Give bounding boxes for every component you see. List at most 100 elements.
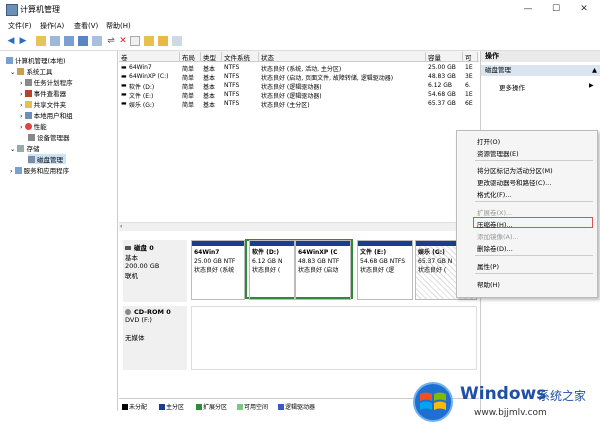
tree-system-tools[interactable]: ⌄ 系统工具 <box>10 66 52 76</box>
maximize-button[interactable]: ☐ <box>542 0 570 18</box>
partition-c[interactable]: 64WinXP (C 48.83 GB NTF 状态良好 (启动 <box>295 240 351 300</box>
tree-task-scheduler[interactable]: › 任务计划程序 <box>20 77 73 87</box>
view-icon[interactable] <box>92 36 102 46</box>
collapse-up-icon: ▲ <box>592 66 597 74</box>
close-button[interactable]: ✕ <box>570 0 598 18</box>
table-row[interactable]: ▬ 64Win7 简单 基本 NTFS 状态良好 (系统, 活动, 主分区) 2… <box>119 63 479 73</box>
collapse-arrow-icon: › <box>20 101 23 109</box>
table-row[interactable]: ▬ 娱乐 (G:) 简单 基本 NTFS 状态良好 (主分区) 65.37 GB… <box>119 99 479 109</box>
table-row[interactable]: ▬ 文件 (E:) 简单 基本 NTFS 状态良好 (逻辑驱动器) 54.68 … <box>119 90 479 100</box>
cell-layout: 简单 <box>182 102 195 109</box>
table-row[interactable]: ▬ 软件 (D:) 简单 基本 NTFS 状态良好 (逻辑驱动器) 6.12 G… <box>119 81 479 91</box>
col-filesystem[interactable]: 文件系统 <box>222 52 259 62</box>
menu-extend[interactable]: 扩展卷(X)... <box>477 207 512 217</box>
actions-section-disk-management[interactable]: 磁盘管理 ▲ <box>481 65 600 76</box>
cell-volume: 64Win7 <box>129 64 152 71</box>
grid-icon[interactable] <box>172 36 182 46</box>
partition-d[interactable]: 软件 (D:) 6.12 GB N 状态良好 ( <box>249 240 295 300</box>
tree-root[interactable]: 计算机管理(本地) <box>6 55 66 65</box>
event-viewer-label: 事件查看器 <box>33 90 67 98</box>
scroll-left-icon[interactable]: ‹ <box>120 223 122 230</box>
menu-separator <box>475 160 593 161</box>
partition-size: 54.68 GB NTFS <box>360 258 406 265</box>
menu-explorer[interactable]: 资源管理器(E) <box>477 148 519 158</box>
more-actions[interactable]: 更多操作 <box>499 82 525 92</box>
partition-size: 6.12 GB N <box>252 258 283 265</box>
menu-help[interactable]: 帮助(H) <box>477 279 500 289</box>
col-free[interactable]: 可 <box>463 52 478 62</box>
menu-action[interactable]: 操作(A) <box>40 21 64 31</box>
menu-help[interactable]: 帮助(H) <box>106 21 131 31</box>
tree-local-users[interactable]: › 本地用户和组 <box>20 110 73 120</box>
properties-icon[interactable] <box>64 36 74 46</box>
connect-icon[interactable]: ⇌ <box>106 36 116 46</box>
tree-shared-folders[interactable]: › 共享文件夹 <box>20 99 66 109</box>
partition-name: 文件 (E:) <box>360 249 387 256</box>
cell-capacity: 25.00 GB <box>428 64 456 71</box>
drive-icon: ▬ <box>121 100 127 107</box>
menu-format[interactable]: 格式化(F)... <box>477 189 512 199</box>
table-header: 卷 布局 类型 文件系统 状态 容量 可 <box>119 51 479 62</box>
checklist-icon[interactable] <box>130 36 140 46</box>
folder-up-icon[interactable] <box>36 36 46 46</box>
drive-icon: ▬ <box>121 91 127 98</box>
legend-label: 扩展分区 <box>203 404 228 411</box>
search-folder-icon[interactable] <box>144 36 154 46</box>
swatch-primary <box>159 404 165 410</box>
menu-file[interactable]: 文件(F) <box>8 21 32 31</box>
disk-icon <box>125 246 131 250</box>
cdrom-label[interactable]: CD-ROM 0 DVD (F:) 无媒体 <box>123 306 187 370</box>
cdrom-name: CD-ROM 0 <box>134 308 171 316</box>
menu-open[interactable]: 打开(O) <box>477 136 500 146</box>
menu-change-letter[interactable]: 更改驱动器号和路径(C)... <box>477 177 551 187</box>
minimize-button[interactable]: — <box>514 0 542 18</box>
menu-shrink[interactable]: 压缩卷(H)... <box>477 219 513 229</box>
tree-disk-management[interactable]: 磁盘管理 <box>28 154 66 164</box>
menu-bar: 文件(F) 操作(A) 查看(V) 帮助(H) <box>0 18 600 32</box>
partition-size: 25.00 GB NTF <box>194 258 236 265</box>
cell-fs: NTFS <box>224 100 240 107</box>
disk-name: 磁盘 0 <box>134 244 154 252</box>
delete-icon[interactable]: ✕ <box>118 36 128 46</box>
disk-0-label[interactable]: 磁盘 0 基本 200.00 GB 联机 <box>123 240 187 302</box>
col-capacity[interactable]: 容量 <box>426 52 463 62</box>
horizontal-scrollbar[interactable]: ‹ <box>119 222 477 231</box>
collapse-arrow-icon: › <box>20 79 23 87</box>
col-type[interactable]: 类型 <box>201 52 222 62</box>
col-status[interactable]: 状态 <box>259 52 426 62</box>
collapse-arrow-icon: › <box>20 112 23 120</box>
col-layout[interactable]: 布局 <box>180 52 201 62</box>
forward-icon[interactable]: ▶ <box>18 36 28 46</box>
device-manager-icon <box>28 134 35 141</box>
table-row[interactable]: ▬ 64WinXP (C:) 简单 基本 NTFS 状态良好 (启动, 页面文件… <box>119 72 479 82</box>
legend-logical: 逻辑驱动器 <box>278 402 315 411</box>
col-volume[interactable]: 卷 <box>119 52 180 62</box>
search-icon[interactable] <box>158 36 168 46</box>
disk-management-icon <box>28 156 35 163</box>
menu-properties[interactable]: 属性(P) <box>477 261 499 271</box>
title-bar: 计算机管理 — ☐ ✕ <box>0 0 600 19</box>
back-icon[interactable]: ◀ <box>6 36 16 46</box>
menu-add-mirror[interactable]: 添加镜像(A)... <box>477 231 519 241</box>
show-hide-tree-icon[interactable] <box>50 36 60 46</box>
help-icon[interactable] <box>78 36 88 46</box>
tree-services[interactable]: › 服务和应用程序 <box>10 165 69 175</box>
cell-fs: NTFS <box>224 73 240 80</box>
tree-performance[interactable]: › 性能 <box>20 121 47 131</box>
cell-free: 6E <box>465 100 473 107</box>
menu-view[interactable]: 查看(V) <box>74 21 98 31</box>
disk-state: 联机 <box>125 272 138 280</box>
partition-64win7[interactable]: 64Win7 25.00 GB NTF 状态良好 (系统 <box>191 240 245 300</box>
performance-icon <box>24 123 32 130</box>
tree-event-viewer[interactable]: › 事件查看器 <box>20 88 66 98</box>
menu-mark-active[interactable]: 将分区标记为活动分区(M) <box>477 165 553 175</box>
tree-device-manager[interactable]: 设备管理器 <box>28 132 70 142</box>
menu-delete[interactable]: 删除卷(D)... <box>477 243 513 253</box>
computer-management-icon <box>6 4 18 16</box>
partition-e[interactable]: 文件 (E:) 54.68 GB NTFS 状态良好 (逻 <box>357 240 413 300</box>
expand-arrow-icon: ⌄ <box>10 68 16 76</box>
legend-label: 未分配 <box>129 404 148 411</box>
cell-free: 1E <box>465 91 473 98</box>
cell-status: 状态良好 (主分区) <box>261 102 310 109</box>
tree-storage[interactable]: ⌄ 存储 <box>10 143 39 153</box>
